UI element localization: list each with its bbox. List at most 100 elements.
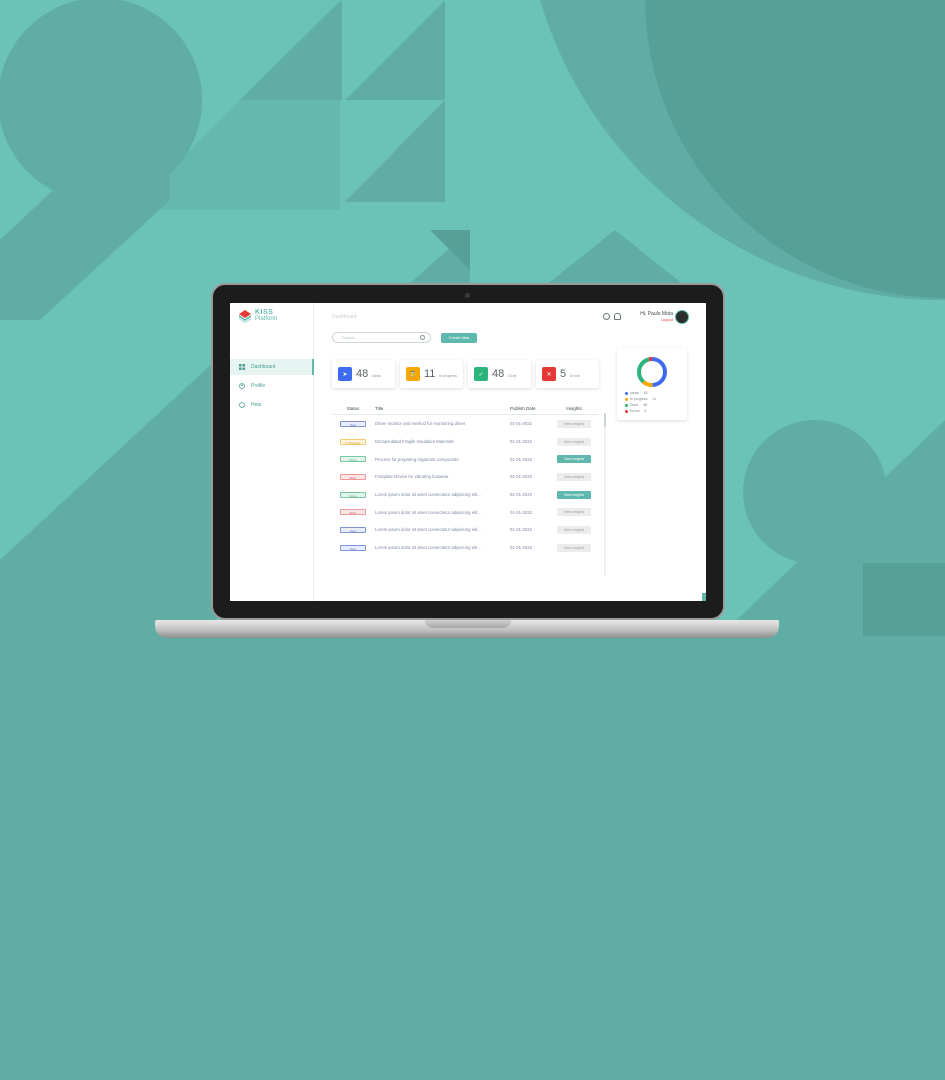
- status-badge: Done: [340, 456, 366, 463]
- logo-title: KISS: [255, 309, 274, 316]
- user-icon: [239, 383, 245, 389]
- row-date: 01-01-2022: [510, 509, 532, 515]
- view-insights-button[interactable]: View insights: [557, 472, 591, 481]
- user-info: Hi, Paulo Mota Logout: [629, 311, 673, 322]
- stat-label: Done: [508, 374, 517, 378]
- donut-chart: [637, 357, 667, 387]
- sidebar-item-label: Dashboard: [251, 364, 276, 370]
- grid-icon: [239, 364, 245, 370]
- hourglass-icon: ⌛: [406, 367, 420, 381]
- row-title[interactable]: Lorem ipsum dolor sit amet consectetur a…: [374, 545, 510, 550]
- sidebar-item-label: Help: [251, 402, 262, 408]
- stat-card-errors: ✕ 5 Errors: [536, 360, 599, 388]
- row-date: 01-01-2022: [510, 545, 532, 551]
- column-header: Insights: [566, 406, 582, 411]
- table-row: Done Lorem ipsum dolor sit amet consectet…: [332, 486, 598, 504]
- top-icons: [603, 313, 621, 320]
- table-row: Done Process for preparing organotin comp…: [332, 450, 598, 468]
- legend-item: Errors 5: [625, 408, 656, 414]
- row-date: 01-01-2022: [510, 527, 532, 533]
- row-date: 01-01-2022: [510, 439, 532, 445]
- table-row: Sent Lorem ipsum dolor sit amet consectet…: [332, 539, 598, 557]
- view-insights-button[interactable]: View insights: [557, 437, 591, 446]
- column-header: Status: [346, 406, 360, 411]
- sidebar-item-profile[interactable]: Profile: [230, 378, 314, 394]
- sidebar: KISS Platform Dashboard Profile Help: [230, 303, 314, 601]
- check-icon: ✓: [474, 367, 488, 381]
- sidebar-item-label: Profile: [251, 383, 266, 389]
- camera-icon: [465, 293, 470, 298]
- row-title[interactable]: Process for preparing organotin compound…: [374, 457, 510, 462]
- view-insights-button[interactable]: View insights: [557, 543, 591, 552]
- donut-legend: Ideas 48 In progress 11 Done 48 Errors 5: [625, 390, 656, 414]
- table-body: Sent Driver monitor and method for monito…: [332, 415, 598, 557]
- view-insights-button[interactable]: View insights: [557, 455, 591, 464]
- stat-card-done: ✓ 48 Done: [468, 360, 531, 388]
- status-badge: Error: [340, 509, 366, 516]
- table-header: Status Title Publish Date Insights: [332, 403, 598, 415]
- logo[interactable]: KISS Platform: [238, 309, 277, 323]
- mockup-stage: KISS Platform Dashboard Profile Help Das…: [0, 0, 945, 1080]
- row-title[interactable]: Lorem ipsum dolor sit amet consectetur a…: [374, 510, 510, 515]
- bell-icon[interactable]: [614, 313, 621, 320]
- app-screen: KISS Platform Dashboard Profile Help Das…: [230, 303, 706, 601]
- laptop-notch: [425, 620, 511, 628]
- view-insights-button[interactable]: View insights: [557, 525, 591, 534]
- logo-subtitle: Platform: [255, 316, 278, 322]
- row-title[interactable]: Lorem ipsum dolor sit amet consectetur a…: [374, 527, 510, 532]
- logout-link[interactable]: Logout: [629, 317, 673, 322]
- row-date: 01-01-2022: [510, 474, 532, 480]
- sidebar-nav: Dashboard Profile Help: [230, 359, 314, 416]
- search-input[interactable]: Search: [332, 332, 431, 343]
- status-badge: Error: [340, 473, 366, 480]
- table-row: In Progress Encapsulated Fragile Insulati…: [332, 433, 598, 451]
- sidebar-item-help[interactable]: Help: [230, 397, 314, 413]
- stat-value: 48: [356, 368, 369, 380]
- stat-cards: ➤ 48 Ideas ⌛ 11 In progress ✓ 48 Done ✕ …: [332, 360, 599, 388]
- stat-value: 11: [424, 368, 436, 380]
- status-badge: Sent: [340, 420, 366, 427]
- avatar[interactable]: [675, 310, 689, 324]
- table-scrollbar[interactable]: [604, 413, 606, 576]
- status-badge: Sent: [340, 544, 366, 551]
- row-date: 01-01-2022: [510, 421, 532, 427]
- donut-card: Ideas 48 In progress 11 Done 48 Errors 5: [617, 348, 687, 420]
- table-row: Sent Lorem ipsum dolor sit amet consectet…: [332, 521, 598, 539]
- sidebar-item-dashboard[interactable]: Dashboard: [230, 359, 314, 375]
- stat-card-ideas: ➤ 48 Ideas: [332, 360, 395, 388]
- close-icon: ✕: [542, 367, 556, 381]
- table-row: Error Footplate Device for vibrating foot…: [332, 468, 598, 486]
- status-badge: Sent: [340, 526, 366, 533]
- create-idea-button[interactable]: Create idea: [441, 333, 477, 343]
- row-date: 01-01-2022: [510, 456, 532, 462]
- status-badge: In Progress: [340, 438, 366, 445]
- stat-card-in-progress: ⌛ 11 In progress: [400, 360, 463, 388]
- stat-label: In progress: [439, 374, 457, 378]
- corner-accent: [702, 593, 706, 601]
- send-icon: ➤: [338, 367, 352, 381]
- view-insights-button[interactable]: View insights: [557, 490, 591, 499]
- ideas-table: Status Title Publish Date Insights Sent D…: [332, 403, 598, 557]
- view-insights-button[interactable]: View insights: [557, 419, 591, 428]
- status-badge: Done: [340, 491, 366, 498]
- stat-label: Errors: [570, 374, 580, 378]
- view-insights-button[interactable]: View insights: [557, 508, 591, 517]
- logo-icon: [239, 310, 251, 323]
- background-bottom: [0, 636, 945, 1080]
- row-title[interactable]: Footplate Device for vibrating footwear: [374, 474, 510, 479]
- stat-label: Ideas: [372, 374, 381, 378]
- column-header: Title: [375, 406, 384, 411]
- row-date: 01-01-2022: [510, 492, 532, 498]
- search-placeholder: Search: [342, 335, 355, 340]
- help-icon: [239, 402, 245, 408]
- table-row: Sent Driver monitor and method for monito…: [332, 415, 598, 433]
- row-title[interactable]: Encapsulated Fragile Insulation Material…: [374, 439, 510, 444]
- row-title[interactable]: Driver monitor and method for monitoring…: [374, 421, 510, 426]
- row-title[interactable]: Lorem ipsum dolor sit amet consectetur a…: [374, 492, 510, 497]
- column-header: Publish Date: [510, 406, 536, 411]
- stat-value: 48: [492, 368, 505, 380]
- gear-icon[interactable]: [603, 313, 610, 320]
- stat-value: 5: [560, 368, 567, 380]
- search-icon: [420, 335, 425, 340]
- table-row: Error Lorem ipsum dolor sit amet consecte…: [332, 503, 598, 521]
